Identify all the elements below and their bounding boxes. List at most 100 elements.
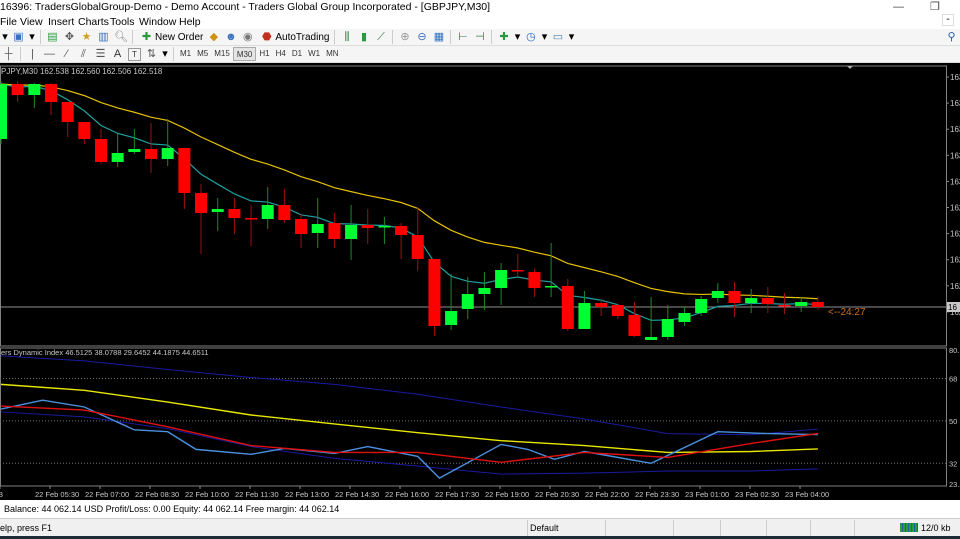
menu-file[interactable]: File: [0, 15, 17, 29]
candle-body: [495, 270, 508, 288]
separator: [132, 30, 133, 44]
menu-view[interactable]: View: [20, 15, 43, 29]
candlestick-icon[interactable]: ▮: [357, 31, 370, 44]
menu-help[interactable]: Help: [179, 15, 201, 29]
bar-chart-icon[interactable]: ⫼: [340, 31, 353, 44]
indicator-header: ers Dynamic Index 46.5125 38.0788 29.645…: [1, 348, 209, 357]
horizontal-line-icon[interactable]: —: [43, 48, 56, 61]
candle: [611, 304, 624, 319]
candle-body: [278, 205, 291, 220]
candle: [228, 198, 241, 234]
chart-shift-icon[interactable]: ⊣: [473, 31, 486, 44]
indicators-icon[interactable]: ✚: [497, 31, 510, 44]
inner-minimize-button[interactable]: -: [942, 14, 954, 26]
timeframe-m15[interactable]: M15: [211, 47, 233, 61]
chart-canvas[interactable]: PJPY,M30 162.538 162.560 162.506 162.518…: [0, 63, 960, 500]
candle-body: [461, 294, 474, 309]
minimize-button[interactable]: —: [893, 0, 904, 15]
text-tool-icon[interactable]: A: [111, 48, 124, 61]
timeframe-m5[interactable]: M5: [194, 47, 211, 61]
candle-body: [395, 226, 408, 235]
candle: [345, 205, 358, 260]
strategy-tester-icon[interactable]: 🔍︎: [114, 31, 128, 44]
dropdown-icon[interactable]: ▾: [2, 31, 8, 44]
menu-charts[interactable]: Charts: [78, 15, 109, 29]
arrows-icon[interactable]: ⇅: [145, 48, 158, 61]
candle: [161, 119, 174, 166]
timeframe-h1[interactable]: H1: [256, 47, 272, 61]
menu-window[interactable]: Window: [139, 15, 176, 29]
signals-icon[interactable]: ◉: [241, 31, 254, 44]
indicator-axis-label: 32: [949, 459, 957, 468]
candle-body: [361, 225, 374, 228]
candle-body: [61, 102, 74, 122]
candle: [411, 208, 424, 271]
autotrading-button[interactable]: ⬣ AutoTrading: [256, 31, 331, 44]
market-watch-icon[interactable]: ▤: [46, 31, 59, 44]
current-price-label: 16: [948, 303, 957, 312]
autoscroll-icon[interactable]: ⊢: [456, 31, 469, 44]
dropdown-icon[interactable]: ▾: [29, 31, 35, 44]
drawing-toolbar: ┼ | — ⁄ ⫽ ☰ A T ⇅ ▾ M1 M5 M15 M30 H1 H4 D1 W1 MN: [0, 46, 960, 63]
timeframe-mn[interactable]: MN: [323, 47, 341, 61]
dropdown-icon[interactable]: ▾: [162, 48, 168, 61]
candle: [478, 272, 491, 310]
status-bar: elp, press F1 Default 12/0 kb: [0, 520, 960, 536]
community-icon[interactable]: ☻: [224, 31, 237, 44]
templates-icon[interactable]: ▭: [551, 31, 564, 44]
menu-tools[interactable]: Tools: [110, 15, 135, 29]
tile-windows-icon[interactable]: ▦: [432, 31, 445, 44]
candle-countdown: <--24:27: [828, 307, 866, 318]
candle-body: [295, 219, 308, 234]
time-axis-label: 22 Feb 05:30: [35, 490, 79, 499]
trendline-icon[interactable]: ⁄: [60, 48, 73, 61]
vertical-line-icon[interactable]: |: [26, 48, 39, 61]
connection-status-icon[interactable]: [900, 523, 918, 532]
timeframe-h4[interactable]: H4: [273, 47, 289, 61]
chart-header: PJPY,M30 162.538 162.560 162.506 162.518: [1, 67, 163, 76]
time-axis-label: b 2023: [0, 490, 3, 499]
periods-icon[interactable]: ◷: [524, 31, 537, 44]
zoom-in-icon[interactable]: ⊕: [398, 31, 411, 44]
candle-body: [378, 226, 391, 228]
navigator-icon[interactable]: ★: [80, 31, 93, 44]
terminal-icon[interactable]: ▥: [97, 31, 110, 44]
timeframe-w1[interactable]: W1: [305, 47, 323, 61]
crosshair-icon[interactable]: ┼: [2, 48, 15, 61]
indicator-pane-border: [0, 347, 947, 487]
dropdown-icon[interactable]: ▾: [514, 31, 521, 44]
candle: [45, 83, 58, 115]
candle-body: [711, 291, 724, 298]
menu-bar: File View Insert Charts Tools Window Hel…: [0, 14, 960, 29]
zoom-out-icon[interactable]: ⊖: [415, 31, 428, 44]
candle-body: [428, 259, 441, 326]
candle: [28, 83, 41, 108]
new-order-button[interactable]: ✚ New Order: [136, 31, 205, 44]
candle: [211, 198, 224, 231]
dropdown-icon[interactable]: ▾: [541, 31, 548, 44]
equidistant-channel-icon[interactable]: ⫽: [77, 48, 90, 61]
chart-window[interactable]: PJPY,M30 162.538 162.560 162.506 162.518…: [0, 63, 960, 500]
menu-insert[interactable]: Insert: [48, 15, 74, 29]
indicator-axis-label: 80.1: [949, 346, 960, 355]
line-chart-icon[interactable]: ⟋: [374, 31, 387, 44]
fibonacci-icon[interactable]: ☰: [94, 48, 107, 61]
restore-button[interactable]: ❐: [930, 0, 940, 15]
candle: [195, 184, 208, 254]
text-label-icon[interactable]: T: [128, 47, 141, 61]
crosshair-move-icon[interactable]: ✥: [63, 31, 76, 44]
timeframe-m30[interactable]: M30: [232, 47, 257, 61]
search-icon[interactable]: ⚲: [945, 31, 958, 44]
candle: [378, 217, 391, 244]
timeframe-m1[interactable]: M1: [177, 47, 194, 61]
time-axis-label: 22 Feb 22:00: [585, 490, 629, 499]
indicator-axis-label: 50: [949, 417, 957, 426]
timeframe-d1[interactable]: D1: [289, 47, 305, 61]
profiles-icon[interactable]: ▣: [12, 31, 25, 44]
candle-body: [595, 303, 608, 307]
candle-body: [111, 153, 124, 162]
help-hint: elp, press F1: [0, 523, 53, 533]
time-axis-label: 22 Feb 07:00: [85, 490, 129, 499]
dropdown-icon[interactable]: ▾: [568, 31, 575, 44]
metaeditor-icon[interactable]: ◆: [207, 31, 220, 44]
